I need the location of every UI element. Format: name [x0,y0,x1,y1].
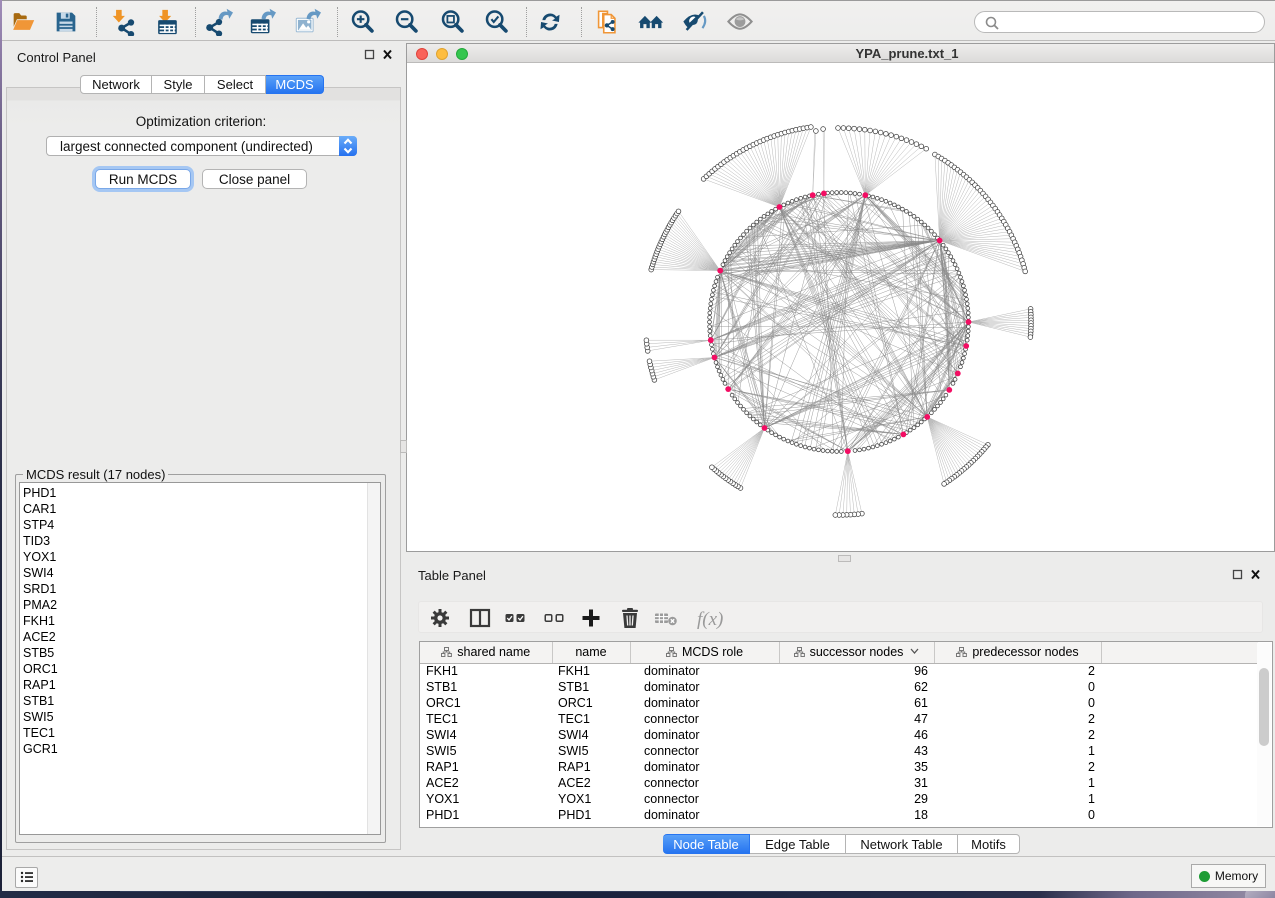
svg-text:f(x): f(x) [697,609,723,630]
